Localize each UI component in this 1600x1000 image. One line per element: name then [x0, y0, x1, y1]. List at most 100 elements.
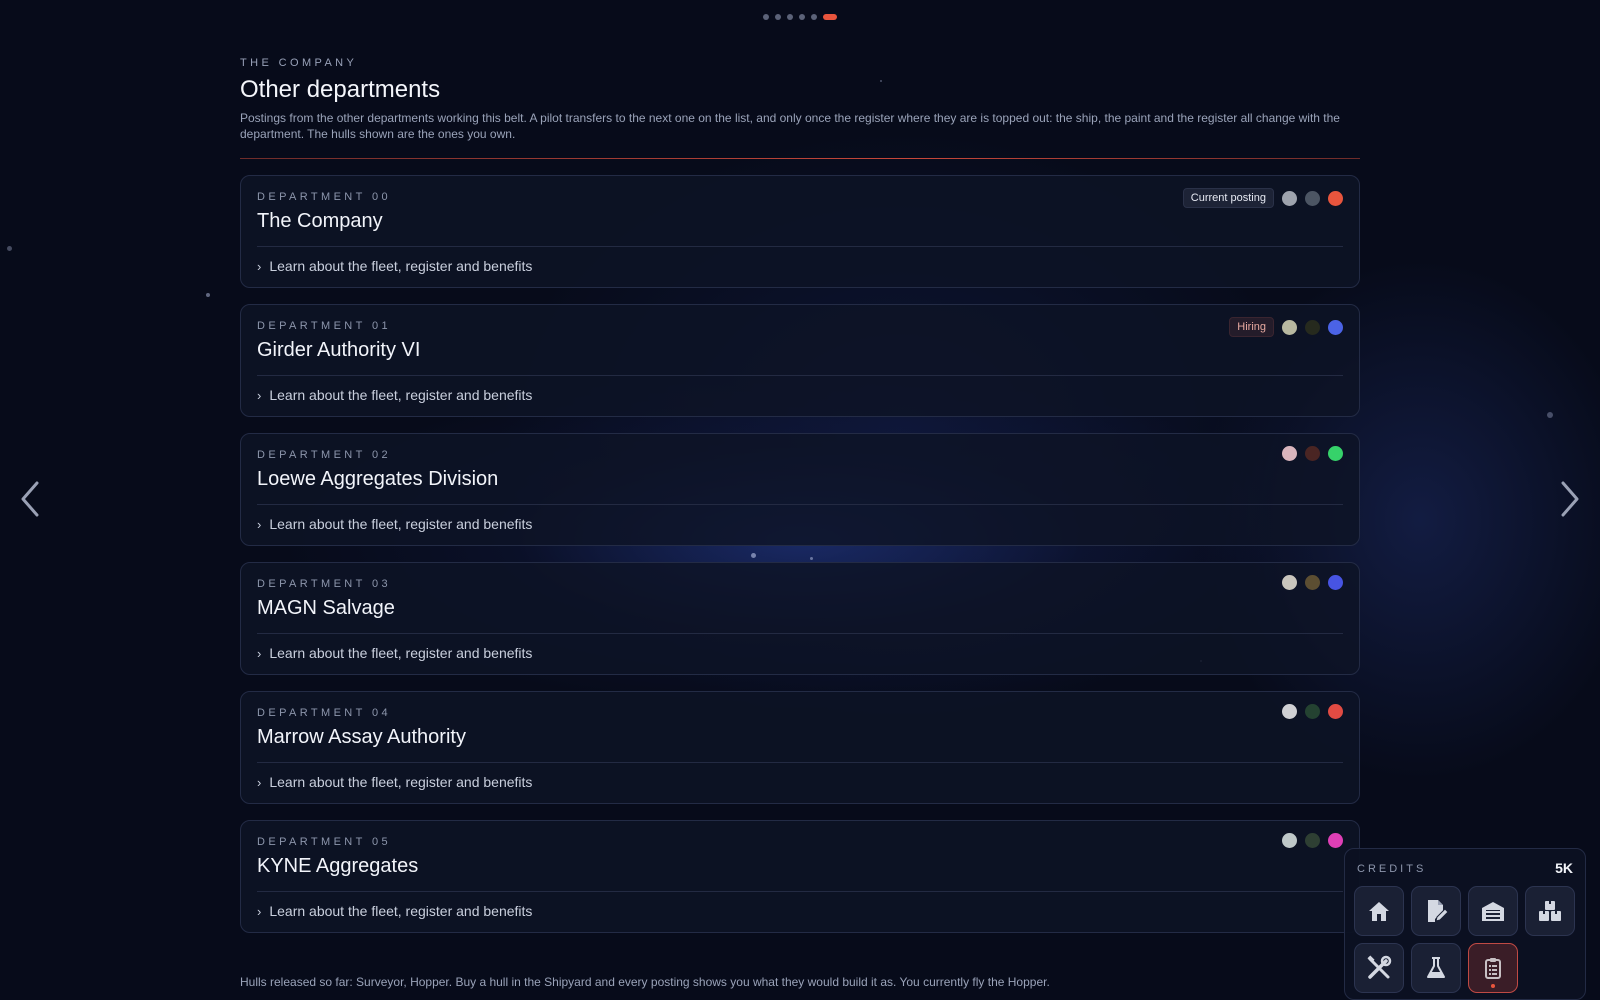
clipboard-icon: [1485, 958, 1501, 979]
hulls-footnote: Hulls released so far: Surveyor, Hopper.…: [240, 975, 1050, 989]
department-name: MAGN Salvage: [257, 597, 395, 619]
learn-more-toggle[interactable]: › Learn about the fleet, register and ben…: [257, 513, 532, 535]
card-divider: [257, 504, 1343, 505]
chevron-right-icon: ›: [257, 387, 262, 403]
next-page-button[interactable]: [1554, 478, 1584, 520]
department-number: DEPARTMENT 03: [257, 578, 392, 590]
page-title: Other departments: [240, 76, 441, 103]
department-name: The Company: [257, 210, 383, 232]
livery-color-swatch: [1305, 575, 1320, 590]
postings-button[interactable]: [1468, 943, 1518, 993]
workshop-button[interactable]: [1354, 943, 1404, 993]
livery-color-swatch: [1282, 704, 1297, 719]
livery-color-swatch: [1305, 704, 1320, 719]
department-number: DEPARTMENT 01: [257, 320, 392, 332]
chevron-right-icon: ›: [257, 258, 262, 274]
credits-panel: CREDITS 5K: [1344, 848, 1586, 1000]
current-posting-badge: Current posting: [1182, 188, 1274, 208]
learn-more-label: Learn about the fleet, register and bene…: [269, 258, 533, 274]
header-divider: [240, 158, 1360, 159]
department-card: DEPARTMENT 00 The Company Current posting ›…: [240, 175, 1360, 288]
department-name: Loewe Aggregates Division: [257, 468, 499, 490]
star: [7, 246, 12, 251]
crates-icon: [1539, 901, 1561, 921]
department-number: DEPARTMENT 02: [257, 449, 392, 461]
department-name: Girder Authority VI: [257, 339, 421, 361]
department-card: DEPARTMENT 04 Marrow Assay Authority › Lear…: [240, 691, 1360, 804]
pager-dot[interactable]: [799, 14, 805, 20]
tools-icon: [1367, 955, 1392, 979]
learn-more-toggle[interactable]: › Learn about the fleet, register and ben…: [257, 255, 532, 277]
chevron-right-icon: [1561, 481, 1579, 517]
department-meta: Current posting: [1182, 188, 1343, 208]
chevron-right-icon: ›: [257, 516, 262, 532]
active-indicator: [1491, 984, 1495, 988]
department-number: DEPARTMENT 04: [257, 707, 392, 719]
learn-more-label: Learn about the fleet, register and bene…: [269, 774, 533, 790]
cargo-button[interactable]: [1525, 886, 1575, 936]
star: [751, 553, 756, 558]
livery-color-swatch: [1328, 319, 1343, 335]
learn-more-label: Learn about the fleet, register and bene…: [269, 516, 533, 532]
learn-more-toggle[interactable]: › Learn about the fleet, register and ben…: [257, 384, 532, 406]
livery-color-swatch: [1305, 190, 1320, 206]
livery-color-swatch: [1282, 319, 1297, 335]
page-pager: [0, 14, 1600, 20]
livery-color-swatch: [1328, 833, 1343, 848]
pager-dot[interactable]: [811, 14, 817, 20]
learn-more-toggle[interactable]: › Learn about the fleet, register and ben…: [257, 900, 532, 922]
department-name: Marrow Assay Authority: [257, 726, 466, 748]
page-description: Postings from the other departments work…: [240, 111, 1340, 141]
pager-dot[interactable]: [763, 14, 769, 20]
star: [1547, 412, 1553, 418]
pager-dot-active[interactable]: [823, 14, 837, 20]
credits-label: CREDITS: [1357, 863, 1427, 875]
star: [810, 557, 813, 560]
pager-dot[interactable]: [775, 14, 781, 20]
department-number: DEPARTMENT 05: [257, 836, 392, 848]
research-button[interactable]: [1411, 943, 1461, 993]
chevron-right-icon: ›: [257, 903, 262, 919]
chevron-right-icon: ›: [257, 645, 262, 661]
home-button[interactable]: [1354, 886, 1404, 936]
card-divider: [257, 246, 1343, 247]
department-meta: [1282, 704, 1343, 719]
learn-more-toggle[interactable]: › Learn about the fleet, register and ben…: [257, 642, 532, 664]
card-divider: [257, 762, 1343, 763]
livery-color-swatch: [1282, 446, 1297, 461]
department-number: DEPARTMENT 00: [257, 191, 392, 203]
hiring-badge: Hiring: [1229, 317, 1274, 337]
learn-more-label: Learn about the fleet, register and bene…: [269, 387, 533, 403]
livery-color-swatch: [1328, 575, 1343, 590]
section-eyebrow: THE COMPANY: [240, 57, 358, 69]
card-divider: [257, 633, 1343, 634]
livery-color-swatch: [1282, 833, 1297, 848]
livery-color-swatch: [1282, 190, 1297, 206]
department-meta: [1282, 833, 1343, 848]
department-card: DEPARTMENT 01 Girder Authority VI Hiring › L…: [240, 304, 1360, 417]
flask-icon: [1427, 957, 1445, 978]
hangar-icon: [1482, 902, 1504, 921]
chevron-right-icon: ›: [257, 774, 262, 790]
chevron-left-icon: [21, 481, 39, 517]
department-card: DEPARTMENT 05 KYNE Aggregates › Learn about…: [240, 820, 1360, 933]
livery-color-swatch: [1282, 575, 1297, 590]
card-divider: [257, 375, 1343, 376]
department-meta: [1282, 446, 1343, 461]
livery-color-swatch: [1328, 190, 1343, 206]
livery-color-swatch: [1328, 704, 1343, 719]
learn-more-label: Learn about the fleet, register and bene…: [269, 645, 533, 661]
card-divider: [257, 891, 1343, 892]
livery-color-swatch: [1305, 446, 1320, 461]
department-card: DEPARTMENT 02 Loewe Aggregates Division › L…: [240, 433, 1360, 546]
hangar-button[interactable]: [1468, 886, 1518, 936]
department-card: DEPARTMENT 03 MAGN Salvage › Learn about th…: [240, 562, 1360, 675]
department-meta: [1282, 575, 1343, 590]
livery-color-swatch: [1328, 446, 1343, 461]
contracts-button[interactable]: [1411, 886, 1461, 936]
credits-value: 5K: [1555, 860, 1573, 876]
pager-dot[interactable]: [787, 14, 793, 20]
department-name: KYNE Aggregates: [257, 855, 419, 877]
previous-page-button[interactable]: [16, 478, 46, 520]
learn-more-toggle[interactable]: › Learn about the fleet, register and ben…: [257, 771, 532, 793]
